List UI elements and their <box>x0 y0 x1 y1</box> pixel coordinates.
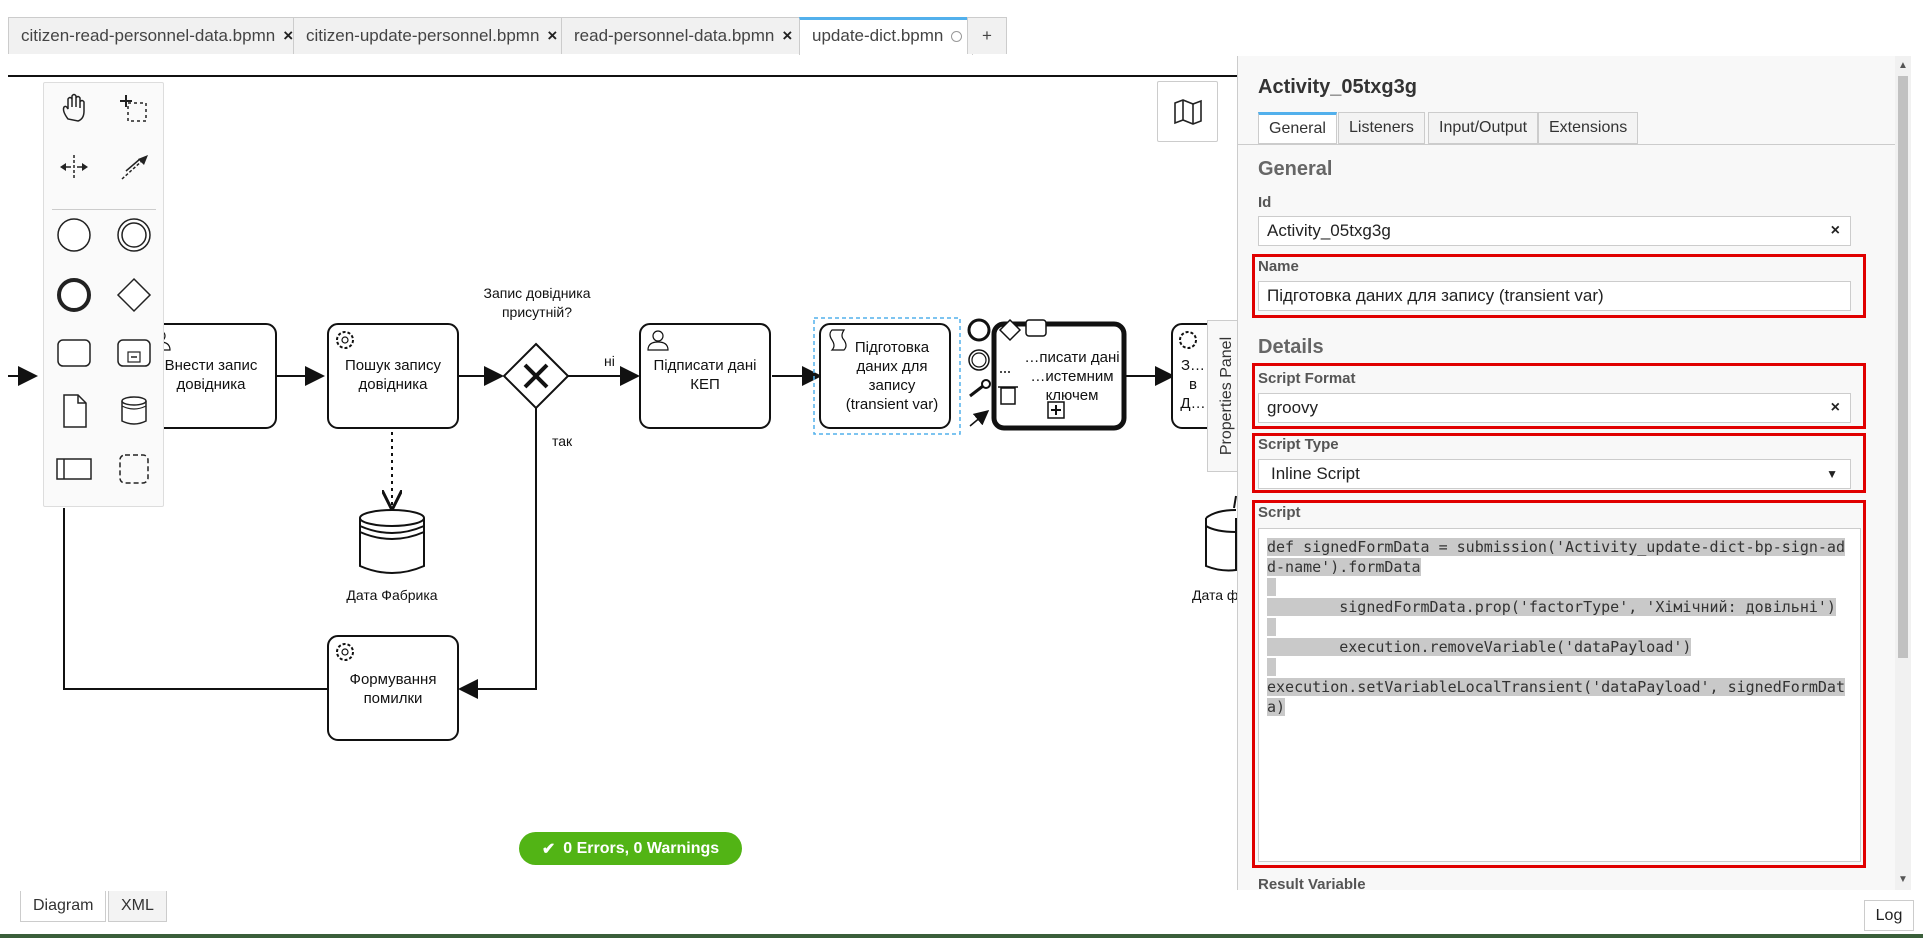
properties-panel-label: Properties Panel <box>1218 336 1235 456</box>
log-button[interactable]: Log <box>1864 900 1914 931</box>
tab-listeners[interactable]: Listeners <box>1338 112 1425 144</box>
sequence-flow[interactable] <box>63 508 328 690</box>
highlight-box <box>1252 254 1866 318</box>
connect-tool-icon[interactable] <box>969 410 990 427</box>
task-label: Підписати дані КЕП <box>653 357 757 393</box>
space-tool-icon[interactable] <box>52 145 96 189</box>
clear-icon[interactable]: × <box>1831 217 1840 245</box>
gateway-icon[interactable] <box>112 273 156 317</box>
status-badge[interactable]: ✔ 0 Errors, 0 Warnings <box>519 832 742 865</box>
task-label: Внести запис довідника <box>164 357 258 393</box>
scroll-down-icon[interactable]: ▼ <box>1898 874 1908 885</box>
add-tab-button[interactable]: + <box>967 17 1007 54</box>
task-label: Підготовка даних для запису (transient v… <box>845 339 939 413</box>
tab-label: update-dict.bpmn <box>812 26 944 45</box>
end-event-icon[interactable] <box>52 273 96 317</box>
tab-input-output[interactable]: Input/Output <box>1428 112 1539 144</box>
close-icon[interactable]: × <box>283 26 293 45</box>
tab-read-personnel-data[interactable]: read-personnel-data.bpmn × <box>561 17 804 54</box>
lasso-tool-icon[interactable] <box>112 87 156 131</box>
task-label: Формування помилки <box>349 671 437 707</box>
data-store-tool-icon[interactable] <box>112 389 156 433</box>
scroll-thumb[interactable] <box>1898 76 1908 658</box>
tab-diagram[interactable]: Diagram <box>20 891 107 922</box>
append-end-event-icon[interactable] <box>967 318 991 342</box>
check-icon: ✔ <box>541 840 556 858</box>
hand-tool-icon[interactable] <box>52 87 96 131</box>
bpmn-diagram <box>8 75 1238 741</box>
status-text: 0 Errors, 0 Warnings <box>563 839 720 857</box>
scroll-up-icon[interactable]: ▲ <box>1898 60 1908 71</box>
tab-label: citizen-read-personnel-data.bpmn <box>21 26 276 45</box>
result-variable-label: Result Variable <box>1258 876 1366 890</box>
close-icon[interactable]: × <box>547 26 557 45</box>
data-store-label: Дата ф… <box>1192 587 1238 603</box>
tab-bar: citizen-read-personnel-data.bpmn × citize… <box>0 0 1923 56</box>
intermediate-event-icon[interactable] <box>112 213 156 257</box>
general-group-header: General <box>1258 158 1333 180</box>
tool-palette <box>43 82 164 507</box>
tab-extensions[interactable]: Extensions <box>1538 112 1639 144</box>
panel-scrollbar[interactable]: ▲ ▼ <box>1895 56 1911 890</box>
details-group-header: Details <box>1258 336 1324 358</box>
tab-label: citizen-update-personnel.bpmn <box>306 26 540 45</box>
tab-xml[interactable]: XML <box>108 891 167 922</box>
data-store-label: Дата Фабрика <box>346 587 438 603</box>
highlight-box <box>1252 500 1866 868</box>
unsaved-indicator-icon <box>951 31 963 43</box>
tab-citizen-update-personnel[interactable]: citizen-update-personnel.bpmn × <box>293 17 569 54</box>
data-store-icon[interactable] <box>359 509 425 574</box>
task-label: З… в Д… <box>1180 357 1206 412</box>
tab-general[interactable]: General <box>1258 112 1337 144</box>
flow-label-no: ні <box>604 353 615 369</box>
tab-update-dict[interactable]: update-dict.bpmn <box>799 17 974 55</box>
map-icon <box>1173 98 1202 125</box>
close-icon[interactable]: × <box>782 26 792 45</box>
data-object-icon[interactable] <box>52 389 96 433</box>
pool-icon[interactable] <box>52 447 96 491</box>
flow-label-yes: так <box>552 433 573 449</box>
group-icon[interactable] <box>112 447 156 491</box>
highlight-box <box>1252 433 1866 493</box>
sequence-flow[interactable] <box>458 404 537 699</box>
subprocess-icon[interactable] <box>112 331 156 375</box>
id-field[interactable]: Activity_05txg3g × <box>1258 216 1851 246</box>
tab-citizen-read-personnel-data[interactable]: citizen-read-personnel-data.bpmn × <box>8 17 305 54</box>
global-connect-tool-icon[interactable] <box>112 145 156 189</box>
append-task-icon[interactable] <box>1025 319 1047 337</box>
task-label: Пошук запису довідника <box>344 357 442 393</box>
data-store-icon[interactable] <box>1205 509 1237 572</box>
bottom-bar: Diagram XML Log <box>0 890 1923 938</box>
tab-label: read-personnel-data.bpmn <box>574 26 775 45</box>
highlight-box <box>1252 363 1866 429</box>
id-label: Id <box>1258 194 1272 211</box>
task-label: …писати дані …истемним ключем <box>1024 349 1120 404</box>
add-tab-label: + <box>982 26 992 45</box>
minimap-toggle-button[interactable] <box>1157 81 1218 142</box>
wrench-icon[interactable] <box>969 379 991 398</box>
id-value: Activity_05txg3g <box>1267 221 1391 240</box>
properties-panel: Activity_05txg3g General Listeners Input… <box>1237 56 1895 890</box>
diagram-canvas[interactable]: Внести запис довідника Пошук запису дові… <box>8 56 1246 890</box>
task-icon[interactable] <box>52 331 96 375</box>
panel-title: Activity_05txg3g <box>1258 76 1417 98</box>
gateway-label: Запис довідника присутній? <box>483 285 591 320</box>
start-event-icon[interactable] <box>52 213 96 257</box>
